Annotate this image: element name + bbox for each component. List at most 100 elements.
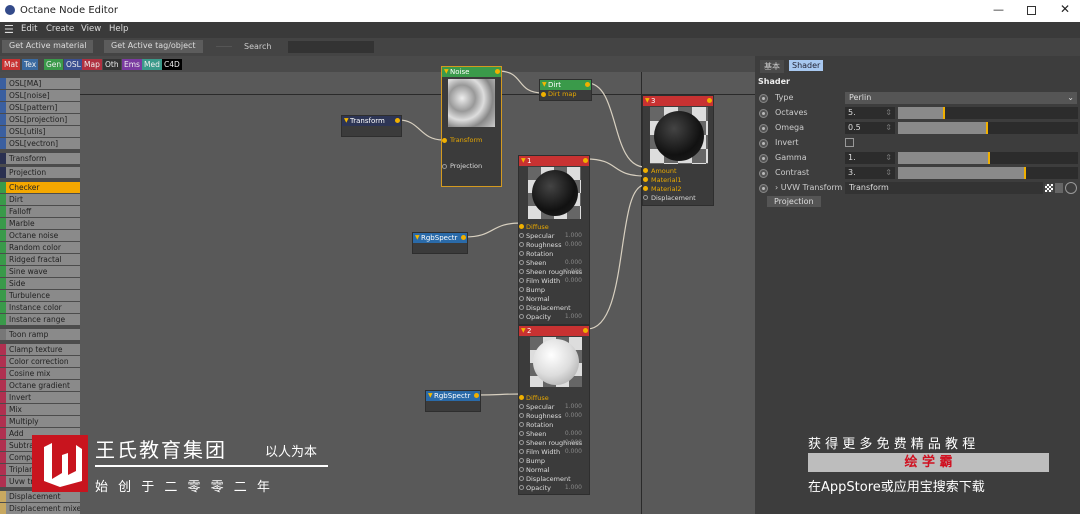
sidebar-item[interactable]: Dirt bbox=[0, 194, 80, 205]
port-row[interactable]: Roughness 0.000 bbox=[526, 241, 582, 249]
output-port[interactable] bbox=[707, 98, 712, 103]
input-port[interactable] bbox=[519, 485, 524, 490]
sidebar-item[interactable]: Turbulence bbox=[0, 290, 80, 301]
search-input[interactable] bbox=[288, 41, 374, 53]
dirt-node[interactable]: ▼ Dirt Dirt map bbox=[539, 79, 592, 101]
maximize-icon[interactable] bbox=[1027, 6, 1036, 15]
category-tab-osl[interactable]: OSL bbox=[64, 59, 83, 70]
param-value-field[interactable]: 5. ⇕ bbox=[845, 107, 895, 119]
tab-basic[interactable]: 基本 bbox=[760, 60, 784, 73]
input-port[interactable] bbox=[519, 314, 524, 319]
category-tab-med[interactable]: Med bbox=[142, 59, 162, 70]
minimize-icon[interactable]: — bbox=[993, 3, 1004, 16]
node-header[interactable]: ▼ 1 bbox=[519, 156, 589, 166]
pick-icon[interactable] bbox=[1065, 182, 1077, 194]
input-port[interactable] bbox=[519, 404, 524, 409]
port-row[interactable]: Diffuse bbox=[526, 394, 582, 402]
input-port[interactable] bbox=[519, 224, 524, 229]
sidebar-item[interactable]: Projection bbox=[0, 167, 80, 178]
category-tab-map[interactable]: Map bbox=[82, 59, 102, 70]
input-port[interactable] bbox=[519, 395, 524, 400]
port-row[interactable]: Roughness 0.000 bbox=[526, 412, 582, 420]
sidebar-item[interactable]: Instance color bbox=[0, 302, 80, 313]
port-row[interactable]: Rotation bbox=[526, 250, 582, 258]
sidebar-item[interactable]: Invert bbox=[0, 392, 80, 403]
output-port[interactable] bbox=[495, 69, 500, 74]
category-tab-tex[interactable]: Tex bbox=[22, 59, 39, 70]
input-port[interactable] bbox=[519, 278, 524, 283]
param-slider[interactable] bbox=[898, 122, 1078, 134]
sidebar-item[interactable]: OSL[noise] bbox=[0, 90, 80, 101]
input-port[interactable] bbox=[643, 186, 648, 191]
input-port[interactable] bbox=[519, 305, 524, 310]
collapse-icon[interactable]: ▼ bbox=[415, 233, 420, 243]
port-row[interactable]: Displacement bbox=[526, 475, 582, 483]
sidebar-item[interactable]: Color correction bbox=[0, 356, 80, 367]
port-row[interactable]: Normal bbox=[526, 466, 582, 474]
input-port[interactable] bbox=[519, 269, 524, 274]
input-port[interactable] bbox=[519, 431, 524, 436]
sidebar-item[interactable]: Ridged fractal bbox=[0, 254, 80, 265]
node-header[interactable]: ▼ RgbSpectr bbox=[413, 233, 467, 243]
output-port[interactable] bbox=[461, 235, 466, 240]
sidebar-item[interactable]: OSL[MA] bbox=[0, 78, 80, 89]
input-port[interactable] bbox=[442, 138, 447, 143]
input-port[interactable] bbox=[519, 467, 524, 472]
noise-node[interactable]: ▼ Noise Transform Projection bbox=[441, 66, 502, 187]
animate-radio[interactable] bbox=[759, 139, 768, 148]
invert-checkbox[interactable] bbox=[845, 138, 854, 147]
input-port[interactable] bbox=[643, 168, 648, 173]
category-tab-ems[interactable]: Ems bbox=[122, 59, 142, 70]
port-row[interactable]: Sheen roughness 0.000 bbox=[526, 268, 582, 276]
sidebar-item[interactable]: Cosine mix bbox=[0, 368, 80, 379]
sidebar-item[interactable]: Displacement bbox=[0, 491, 80, 502]
sidebar-item[interactable]: Marble bbox=[0, 218, 80, 229]
collapse-icon[interactable]: ▼ bbox=[542, 80, 547, 90]
port-row[interactable]: Bump bbox=[526, 457, 582, 465]
param-value-field[interactable]: 0.5 ⇕ bbox=[845, 122, 895, 134]
input-port[interactable] bbox=[519, 260, 524, 265]
port-row[interactable]: Sheen 0.000 bbox=[526, 259, 582, 267]
param-slider[interactable] bbox=[898, 107, 1078, 119]
get-active-tag-button[interactable]: Get Active tag/object bbox=[104, 40, 203, 53]
node-header[interactable]: ▼ Transform bbox=[342, 116, 401, 126]
input-port[interactable] bbox=[519, 251, 524, 256]
input-port[interactable] bbox=[519, 458, 524, 463]
category-tab-oth[interactable]: Oth bbox=[103, 59, 121, 70]
output-port[interactable] bbox=[585, 82, 590, 87]
port-row[interactable]: Bump bbox=[526, 286, 582, 294]
material-node-2[interactable]: ▼ 2 Diffuse Specular 1.000 Roughness 0.000 Rot… bbox=[518, 325, 590, 495]
stepper-icon[interactable]: ⇕ bbox=[885, 122, 892, 134]
category-tab-mat[interactable]: Mat bbox=[2, 59, 21, 70]
sidebar-item[interactable]: Transform bbox=[0, 153, 80, 164]
sidebar-item[interactable]: Side bbox=[0, 278, 80, 289]
rgb-spectrum-node-2[interactable]: ▼ RgbSpectr bbox=[425, 390, 481, 412]
dropdown-icon[interactable] bbox=[1055, 183, 1063, 193]
collapse-icon[interactable]: ▼ bbox=[444, 67, 449, 77]
mix-material-node[interactable]: ▼ 3 Amount Material1 Material2 Displacement bbox=[642, 95, 714, 206]
menu-help[interactable]: Help bbox=[109, 24, 128, 34]
get-active-material-button[interactable]: Get Active material bbox=[2, 40, 94, 53]
port-row[interactable]: Diffuse bbox=[526, 223, 582, 231]
hamburger-icon[interactable]: ☰ bbox=[4, 23, 14, 36]
input-port[interactable] bbox=[519, 449, 524, 454]
node-header[interactable]: ▼ Noise bbox=[442, 67, 501, 77]
node-header[interactable]: ▼ RgbSpectr bbox=[426, 391, 480, 401]
param-slider[interactable] bbox=[898, 152, 1078, 164]
port-row[interactable]: Sheen 0.000 bbox=[526, 430, 582, 438]
sidebar-item[interactable]: OSL[pattern] bbox=[0, 102, 80, 113]
close-icon[interactable]: ✕ bbox=[1060, 2, 1070, 16]
port-row[interactable]: Specular 1.000 bbox=[526, 403, 582, 411]
sidebar-item[interactable]: Clamp texture bbox=[0, 344, 80, 355]
projection-button[interactable]: Projection bbox=[767, 196, 821, 207]
collapse-icon[interactable]: ▼ bbox=[344, 116, 349, 126]
output-port[interactable] bbox=[474, 393, 479, 398]
param-slider[interactable] bbox=[898, 167, 1078, 179]
material-node-1[interactable]: ▼ 1 Diffuse Specular 1.000 Roughness 0.000 Rot… bbox=[518, 155, 590, 325]
sidebar-item[interactable]: Octane gradient bbox=[0, 380, 80, 391]
input-port[interactable] bbox=[519, 440, 524, 445]
input-port[interactable] bbox=[643, 177, 648, 182]
output-port[interactable] bbox=[395, 118, 400, 123]
category-tab-gen[interactable]: Gen bbox=[44, 59, 64, 70]
stepper-icon[interactable]: ⇕ bbox=[885, 107, 892, 119]
